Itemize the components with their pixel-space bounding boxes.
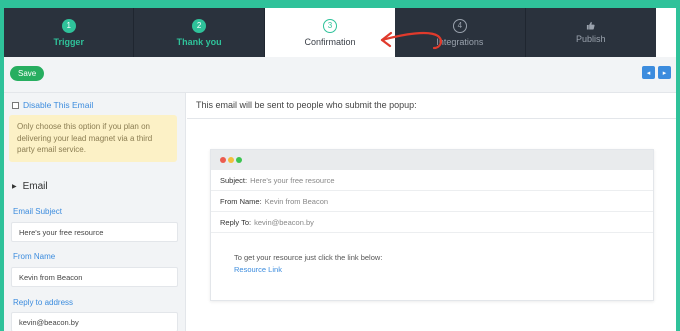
step-number: 1 <box>61 18 76 33</box>
from-name-label: From Name <box>13 252 56 261</box>
preview-from-row: From Name: Kevin from Beacon <box>211 191 653 212</box>
reply-address-label: Reply to address <box>13 298 74 307</box>
red-dot-icon <box>220 157 226 163</box>
step-label: Integrations <box>436 36 484 47</box>
step-thank-you[interactable]: 2 Thank you <box>134 8 265 57</box>
caret-right-icon: ▶ <box>12 184 17 190</box>
step-label: Thank you <box>176 36 222 47</box>
main-panel: This email will be sent to people who su… <box>187 93 676 331</box>
step-label: Confirmation <box>304 36 356 47</box>
from-name-input[interactable]: Kevin from Beacon <box>11 267 178 287</box>
save-button[interactable]: Save <box>10 66 45 81</box>
subject-label: Email Subject <box>13 207 62 216</box>
preview-body: To get your resource just click the link… <box>211 233 653 276</box>
info-note: Only choose this option if you plan on d… <box>9 115 177 162</box>
email-preview: Subject: Here's your free resource From … <box>210 149 654 301</box>
email-window-bar <box>211 150 653 170</box>
thumbs-up-icon <box>587 21 595 30</box>
preview-reply-row: Reply To: kevin@beacon.by <box>211 212 653 233</box>
section-title: Email <box>22 181 48 192</box>
preview-subject-key: Subject: <box>220 175 248 185</box>
step-nav: 1 Trigger 2 Thank you 3 Confirmation 4 I… <box>4 8 676 57</box>
step-publish[interactable]: Publish <box>525 8 656 57</box>
divider <box>187 118 676 119</box>
step-label: Publish <box>575 34 606 44</box>
disable-email-row[interactable]: Disable This Email <box>12 100 93 110</box>
reply-address-input[interactable]: kevin@beacon.by <box>11 312 178 331</box>
step-number: 3 <box>322 18 337 33</box>
toolbar: Save ◂ ▸ <box>4 57 676 93</box>
preview-subject-row: Subject: Here's your free resource <box>211 170 653 191</box>
green-dot-icon <box>236 157 242 163</box>
step-number: 4 <box>452 18 467 33</box>
disable-email-label[interactable]: Disable This Email <box>23 100 93 110</box>
subject-input[interactable]: Here's your free resource <box>11 222 178 242</box>
main-description: This email will be sent to people who su… <box>196 100 417 110</box>
app-frame: 1 Trigger 2 Thank you 3 Confirmation 4 I… <box>4 8 676 331</box>
step-number: 2 <box>192 18 207 33</box>
step-integrations[interactable]: 4 Integrations <box>395 8 526 57</box>
step-label: Trigger <box>53 36 84 47</box>
preview-reply-value: kevin@beacon.by <box>254 217 314 227</box>
disable-email-checkbox[interactable] <box>12 101 19 109</box>
email-section-toggle[interactable]: ▶ Email <box>12 181 48 192</box>
sidebar: Disable This Email Only choose this opti… <box>4 93 186 331</box>
preview-subject-value: Here's your free resource <box>250 175 335 185</box>
preview-reply-key: Reply To: <box>220 217 252 227</box>
yellow-dot-icon <box>228 157 234 163</box>
step-confirmation[interactable]: 3 Confirmation <box>264 8 396 57</box>
preview-body-text: To get your resource just click the link… <box>234 253 383 262</box>
next-button[interactable]: ▸ <box>658 66 671 79</box>
step-trigger[interactable]: 1 Trigger <box>4 8 135 57</box>
prev-button[interactable]: ◂ <box>642 66 655 79</box>
preview-from-key: From Name: <box>220 196 262 206</box>
preview-from-value: Kevin from Beacon <box>264 196 329 206</box>
resource-link[interactable]: Resource Link <box>234 264 653 276</box>
